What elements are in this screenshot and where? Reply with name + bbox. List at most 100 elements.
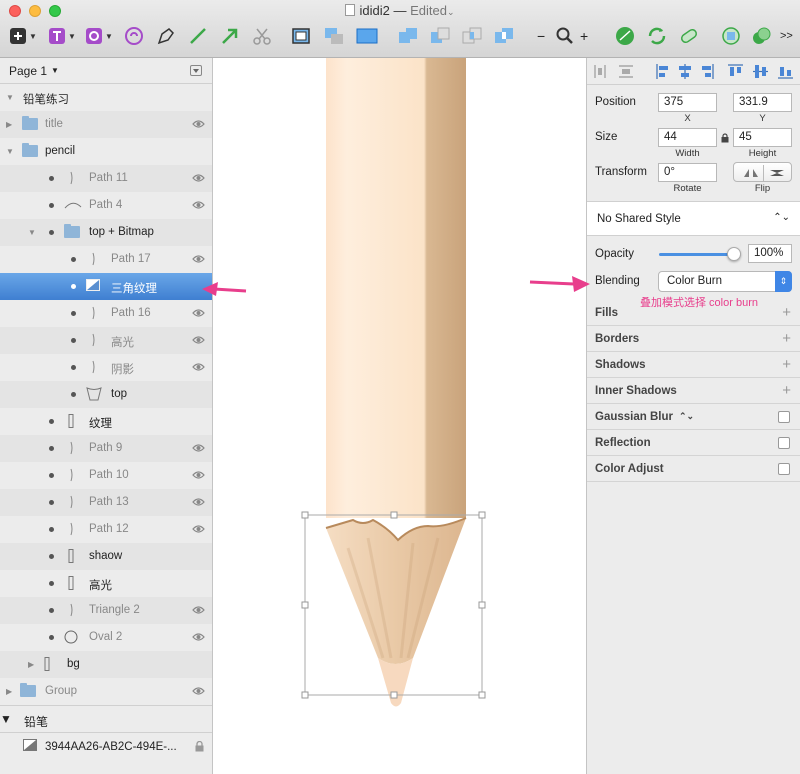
rotate-field[interactable]: 0° [658, 163, 717, 182]
layer-row[interactable]: Path 16 [0, 300, 212, 327]
layer-row[interactable]: 三角纹理 [0, 273, 212, 300]
scale-button[interactable] [355, 25, 379, 47]
layer-row[interactable]: Path 9 [0, 435, 212, 462]
updown-chevron-icon[interactable]: ⌃⌄ [679, 411, 694, 422]
visibility-eye-icon[interactable] [192, 362, 205, 372]
visibility-eye-icon[interactable] [192, 119, 205, 129]
text-tool-button[interactable]: ▼ [48, 25, 76, 47]
scissors-button[interactable] [252, 25, 272, 47]
intersect-button[interactable] [461, 25, 483, 47]
layer-row[interactable]: 高光 [0, 570, 212, 597]
layer-row[interactable]: Path 13 [0, 489, 212, 516]
layer-row[interactable]: ▶ bg [0, 651, 212, 678]
visibility-eye-icon[interactable] [192, 497, 205, 507]
layer-row[interactable]: Path 17 [0, 246, 212, 273]
add-icon[interactable]: + [782, 357, 791, 372]
layer-row[interactable]: ▶ title [0, 111, 212, 138]
create-symbol-button[interactable] [124, 25, 144, 47]
layer-row[interactable]: ▶ Group [0, 678, 212, 705]
distribute-vertical-icon[interactable] [619, 65, 633, 78]
difference-button[interactable] [493, 25, 515, 47]
flatten-button[interactable] [678, 25, 700, 47]
opacity-slider-knob[interactable] [727, 247, 741, 261]
add-icon[interactable]: + [782, 383, 791, 398]
style-property-row[interactable]: Reflection [587, 430, 800, 456]
visibility-eye-icon[interactable] [192, 470, 205, 480]
layer-row[interactable]: Oval 2 [0, 624, 212, 651]
layer-row[interactable]: 纹理 [0, 408, 212, 435]
page-selector[interactable]: Page 1 ▼ [0, 58, 212, 84]
style-property-row[interactable]: Color Adjust [587, 456, 800, 482]
resize-handle[interactable] [301, 601, 309, 609]
visibility-eye-icon[interactable] [192, 686, 205, 696]
layer-row[interactable]: ▼ 铅笔练习 [0, 84, 212, 111]
layer-row[interactable]: Path 10 [0, 462, 212, 489]
visibility-eye-icon[interactable] [192, 200, 205, 210]
pen-tool-button[interactable] [156, 25, 176, 47]
align-middle-icon[interactable] [753, 65, 768, 78]
mask-button[interactable] [323, 25, 345, 47]
page-section-2[interactable]: ▼ 铅笔 [0, 705, 212, 732]
zoom-button[interactable] [555, 25, 575, 47]
visibility-eye-icon[interactable] [192, 443, 205, 453]
flip-control[interactable] [733, 162, 792, 182]
arrow-tool-button[interactable] [220, 25, 240, 47]
resize-handle[interactable] [301, 511, 309, 519]
add-icon[interactable]: + [782, 305, 791, 320]
align-left-icon[interactable] [656, 64, 668, 79]
visibility-eye-icon[interactable] [192, 632, 205, 642]
layer-row[interactable]: top [0, 381, 212, 408]
union-button[interactable] [397, 25, 419, 47]
position-y-field[interactable]: 331.9 [733, 93, 792, 112]
align-right-icon[interactable] [702, 64, 714, 79]
subtract-button[interactable] [429, 25, 451, 47]
position-x-field[interactable]: 375 [658, 93, 717, 112]
align-bottom-icon[interactable] [778, 67, 793, 79]
distribute-horizontal-icon[interactable] [594, 65, 606, 78]
shared-style-dropdown[interactable]: No Shared Style ⌃⌄ [587, 201, 800, 236]
enable-checkbox[interactable] [778, 463, 790, 475]
style-property-row[interactable]: Shadows + [587, 352, 800, 378]
layer-row[interactable]: Path 11 [0, 165, 212, 192]
disclosure-expanded-icon[interactable]: ▼ [6, 93, 14, 102]
enable-checkbox[interactable] [778, 411, 790, 423]
frame-button[interactable] [290, 25, 312, 47]
width-field[interactable]: 44 [658, 128, 717, 147]
style-property-row[interactable]: Borders + [587, 326, 800, 352]
resize-handle[interactable] [478, 511, 486, 519]
layer-row[interactable]: ▼ top + Bitmap [0, 219, 212, 246]
layer-row[interactable]: Path 4 [0, 192, 212, 219]
visibility-eye-icon[interactable] [192, 308, 205, 318]
disclosure-expanded-icon[interactable]: ▼ [28, 228, 36, 237]
opacity-field[interactable]: 100% [748, 244, 792, 263]
style-property-row[interactable]: Inner Shadows + [587, 378, 800, 404]
style-property-row[interactable]: Gaussian Blur ⌃⌄ [587, 404, 800, 430]
pencil-lead-tip[interactable] [378, 658, 413, 707]
visibility-eye-icon[interactable] [192, 524, 205, 534]
visibility-eye-icon[interactable] [192, 335, 205, 345]
height-field[interactable]: 45 [733, 128, 792, 147]
insert-button[interactable]: ▼ [9, 25, 37, 47]
align-center-horizontal-icon[interactable] [679, 64, 691, 79]
visibility-eye-icon[interactable] [192, 605, 205, 615]
resize-handle[interactable] [478, 691, 486, 699]
layer-row[interactable]: 高光 [0, 327, 212, 354]
enable-checkbox[interactable] [778, 437, 790, 449]
visibility-eye-icon[interactable] [192, 173, 205, 183]
add-icon[interactable]: + [782, 331, 791, 346]
layer-row[interactable]: ▼ pencil [0, 138, 212, 165]
disclosure-expanded-icon[interactable]: ▼ [6, 147, 14, 156]
resize-handle[interactable] [301, 691, 309, 699]
resize-handle[interactable] [390, 511, 398, 519]
zoom-out-button[interactable]: − [537, 25, 545, 47]
pencil-body[interactable] [326, 58, 466, 518]
canvas[interactable] [213, 58, 586, 774]
export-button[interactable] [750, 25, 772, 47]
zoom-in-button[interactable]: + [580, 25, 588, 47]
disclosure-collapsed-icon[interactable]: ▶ [6, 687, 12, 696]
line-tool-button[interactable] [188, 25, 208, 47]
disclosure-collapsed-icon[interactable]: ▶ [6, 120, 12, 129]
symbol-button[interactable]: ▼ [85, 25, 113, 47]
pencil-wood-tip[interactable] [326, 518, 466, 664]
layer-row[interactable]: shaow [0, 543, 212, 570]
